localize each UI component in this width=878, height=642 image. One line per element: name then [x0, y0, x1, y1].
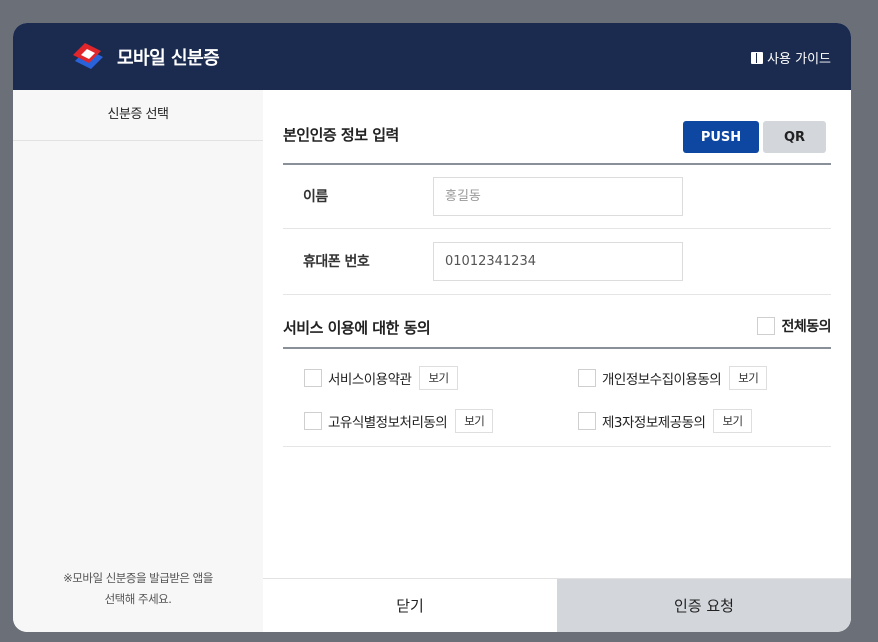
row-divider: [283, 294, 831, 295]
modal-footer: 닫기 인증 요청: [263, 578, 851, 632]
push-button[interactable]: PUSH: [683, 121, 759, 153]
qr-button[interactable]: QR: [763, 121, 826, 153]
row-divider: [283, 228, 831, 229]
third-party-view-button[interactable]: 보기: [713, 409, 752, 433]
consent-divider: [283, 347, 831, 349]
unique-id-checkbox[interactable]: [304, 412, 322, 430]
third-party-label: 제3자정보제공동의: [602, 415, 706, 431]
consent-item-terms: 서비스이용약관 보기: [304, 366, 458, 390]
privacy-label: 개인정보수집이용동의: [602, 372, 722, 388]
terms-checkbox[interactable]: [304, 369, 322, 387]
form-divider: [283, 163, 831, 165]
sidebar-note-line2: 선택해 주세요.: [104, 592, 172, 606]
unique-id-label: 고유식별정보처리동의: [328, 415, 448, 431]
user-guide-label: 사용 가이드: [767, 52, 831, 67]
terms-label: 서비스이용약관: [328, 372, 412, 388]
close-button[interactable]: 닫기: [263, 579, 557, 632]
unique-id-view-button[interactable]: 보기: [455, 409, 494, 433]
agree-all-box[interactable]: [757, 317, 776, 335]
name-input[interactable]: [433, 177, 683, 216]
agree-all-checkbox[interactable]: 전체동의: [757, 316, 831, 336]
user-guide-link[interactable]: 사용 가이드: [751, 48, 831, 67]
consent-bottom-divider: [283, 446, 831, 447]
auth-modal: 모바일 신분증 사용 가이드 신분증 선택 ※모바일 신분증을 발급받은 앱을 …: [13, 23, 851, 632]
modal-header: 모바일 신분증 사용 가이드: [13, 23, 851, 90]
consent-item-third-party: 제3자정보제공동의 보기: [578, 409, 752, 433]
phone-input[interactable]: [433, 242, 683, 281]
agree-all-label: 전체동의: [781, 319, 831, 335]
consent-item-unique-id: 고유식별정보처리동의 보기: [304, 409, 494, 433]
phone-label: 휴대폰 번호: [303, 254, 370, 270]
main-panel: 본인인증 정보 입력 PUSH QR 이름 휴대폰 번호 서비스 이용에 대한 …: [283, 90, 831, 578]
sidebar-note-line1: ※모바일 신분증을 발급받은 앱을: [63, 571, 213, 585]
identity-form-title: 본인인증 정보 입력: [283, 126, 399, 144]
id-select-sidebar: 신분증 선택 ※모바일 신분증을 발급받은 앱을 선택해 주세요.: [13, 90, 263, 632]
terms-view-button[interactable]: 보기: [419, 366, 458, 390]
sidebar-note: ※모바일 신분증을 발급받은 앱을 선택해 주세요.: [13, 568, 263, 610]
name-label: 이름: [303, 189, 328, 205]
privacy-view-button[interactable]: 보기: [729, 366, 768, 390]
consent-item-privacy: 개인정보수집이용동의 보기: [578, 366, 768, 390]
mobile-id-logo-icon: [73, 43, 103, 69]
privacy-checkbox[interactable]: [578, 369, 596, 387]
request-auth-button[interactable]: 인증 요청: [557, 579, 851, 632]
third-party-checkbox[interactable]: [578, 412, 596, 430]
consent-title: 서비스 이용에 대한 동의: [283, 319, 431, 337]
app-title: 모바일 신분증: [117, 48, 220, 69]
book-icon: [751, 51, 764, 64]
sidebar-heading: 신분증 선택: [13, 90, 263, 141]
